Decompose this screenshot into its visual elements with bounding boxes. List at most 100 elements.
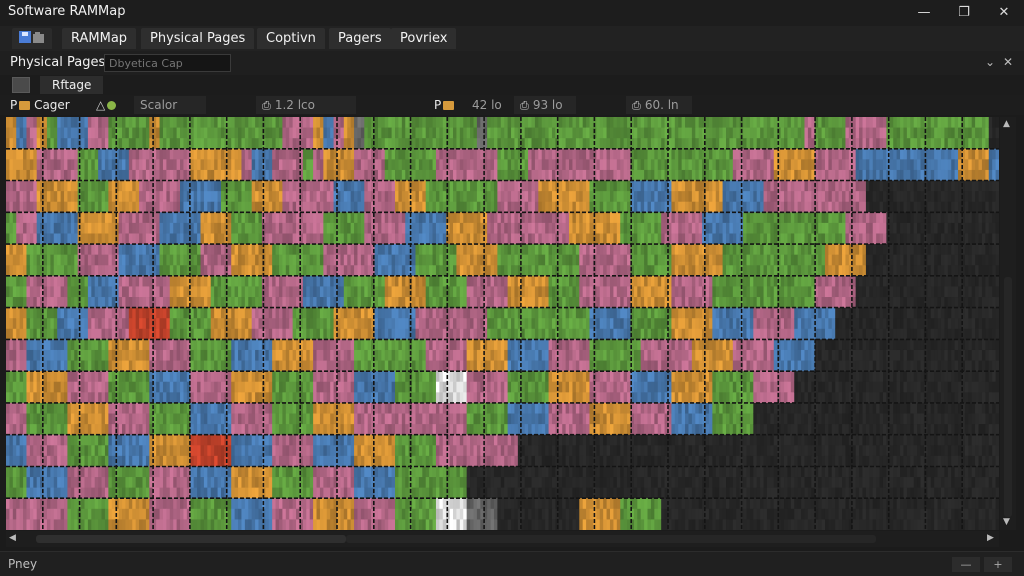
pin-icon[interactable]: ⌄ bbox=[985, 55, 995, 69]
toolbar-item-p[interactable]: P bbox=[434, 96, 455, 114]
page-cell bbox=[855, 244, 860, 256]
page-cell bbox=[674, 191, 679, 203]
page-cell bbox=[200, 159, 205, 171]
tab-coptivn[interactable]: Coptivn bbox=[257, 28, 325, 49]
page-cell bbox=[732, 191, 737, 203]
page-cell bbox=[623, 222, 628, 234]
page-cell bbox=[265, 138, 270, 150]
page-cell bbox=[108, 201, 113, 213]
page-cell bbox=[46, 191, 51, 203]
page-cell bbox=[493, 265, 498, 277]
page-cell bbox=[12, 233, 17, 245]
page-cell bbox=[173, 286, 178, 298]
page-cell bbox=[760, 191, 764, 203]
page-cell bbox=[412, 159, 416, 171]
page-cell bbox=[968, 244, 973, 256]
page-cell bbox=[53, 159, 58, 171]
page-cell bbox=[657, 201, 662, 213]
page-cell bbox=[930, 265, 935, 277]
page-cell bbox=[128, 191, 133, 203]
page-cell bbox=[616, 127, 621, 139]
page-cell bbox=[869, 169, 874, 181]
page-cell bbox=[903, 169, 908, 181]
page-cell bbox=[200, 169, 205, 181]
page-cell bbox=[169, 191, 174, 203]
page-cell bbox=[763, 222, 768, 234]
maximize-button[interactable]: ❐ bbox=[950, 2, 978, 24]
filter-button[interactable]: Rftage bbox=[40, 76, 104, 94]
page-cell bbox=[132, 297, 137, 309]
page-cell bbox=[374, 286, 379, 298]
page-cell bbox=[122, 201, 126, 213]
page-cell bbox=[12, 244, 17, 256]
page-cell bbox=[367, 169, 372, 181]
page-cell bbox=[313, 201, 317, 213]
minimize-button[interactable]: — bbox=[910, 2, 938, 24]
size-field-4[interactable]: ⎙ 60. ln bbox=[626, 96, 692, 114]
page-cell bbox=[169, 117, 174, 128]
page-cell bbox=[268, 169, 273, 181]
page-cell bbox=[449, 244, 454, 256]
page-cell bbox=[244, 148, 249, 160]
page-cell bbox=[316, 286, 321, 298]
page-cell bbox=[715, 244, 720, 256]
toolbar-filter-icons[interactable]: △ bbox=[96, 96, 117, 114]
page-cell bbox=[545, 148, 549, 160]
page-cell bbox=[354, 265, 358, 277]
page-cell bbox=[579, 212, 584, 224]
page-cell bbox=[470, 201, 474, 213]
physical-page-map[interactable] bbox=[6, 117, 999, 530]
page-cell bbox=[258, 169, 263, 181]
page-cell bbox=[473, 254, 478, 266]
size-field-1[interactable]: ⎙ 1.2 lco bbox=[256, 96, 356, 114]
page-cell bbox=[493, 117, 498, 128]
page-cell bbox=[217, 286, 222, 298]
page-cell bbox=[227, 201, 232, 213]
page-cell bbox=[207, 169, 212, 181]
page-cell bbox=[173, 265, 178, 277]
panel-close-icon[interactable]: ✕ bbox=[1003, 55, 1013, 69]
page-cell bbox=[442, 138, 447, 150]
page-cell bbox=[367, 222, 372, 234]
page-cell bbox=[958, 117, 962, 128]
tab-rammap[interactable]: RAMMap bbox=[62, 28, 137, 49]
page-cell bbox=[258, 254, 263, 266]
page-cell bbox=[681, 233, 686, 245]
search-input[interactable] bbox=[104, 54, 231, 72]
page-map-canvas[interactable] bbox=[6, 117, 999, 530]
page-cell bbox=[197, 180, 201, 192]
page-cell bbox=[231, 297, 236, 309]
page-cell bbox=[708, 159, 713, 171]
page-cell bbox=[787, 180, 792, 192]
tab-povriex[interactable]: Povriex bbox=[391, 28, 457, 49]
page-cell bbox=[275, 286, 280, 298]
select-all-checkbox[interactable] bbox=[12, 77, 30, 93]
page-cell bbox=[183, 138, 188, 150]
page-cell bbox=[674, 127, 679, 139]
page-cell bbox=[726, 159, 730, 171]
page-cell bbox=[746, 159, 751, 171]
close-button[interactable]: ✕ bbox=[990, 2, 1018, 24]
page-cell bbox=[74, 117, 79, 128]
page-cell bbox=[609, 148, 614, 160]
page-cell bbox=[500, 127, 505, 139]
page-cell bbox=[896, 222, 901, 234]
scale-field[interactable]: Scalor bbox=[134, 96, 206, 114]
page-cell bbox=[647, 201, 652, 213]
size-field-3[interactable]: ⎙ 93 lo bbox=[514, 96, 576, 114]
toolbar-item-cager[interactable]: P Cager bbox=[10, 96, 70, 114]
page-cell bbox=[620, 265, 625, 277]
page-cell bbox=[350, 212, 355, 224]
page-cell bbox=[203, 297, 208, 309]
tab-physical-pages[interactable]: Physical Pages bbox=[141, 28, 255, 49]
page-cell bbox=[749, 233, 754, 245]
page-cell bbox=[118, 138, 123, 150]
page-cell bbox=[988, 138, 993, 150]
size-field-2[interactable]: 42 lo bbox=[466, 96, 506, 114]
tab-pagers[interactable]: Pagers bbox=[329, 28, 391, 49]
page-cell bbox=[473, 275, 478, 287]
page-cell bbox=[678, 127, 683, 139]
page-cell bbox=[562, 275, 567, 287]
page-cell bbox=[842, 148, 846, 160]
tab-home-icon[interactable] bbox=[12, 28, 52, 49]
